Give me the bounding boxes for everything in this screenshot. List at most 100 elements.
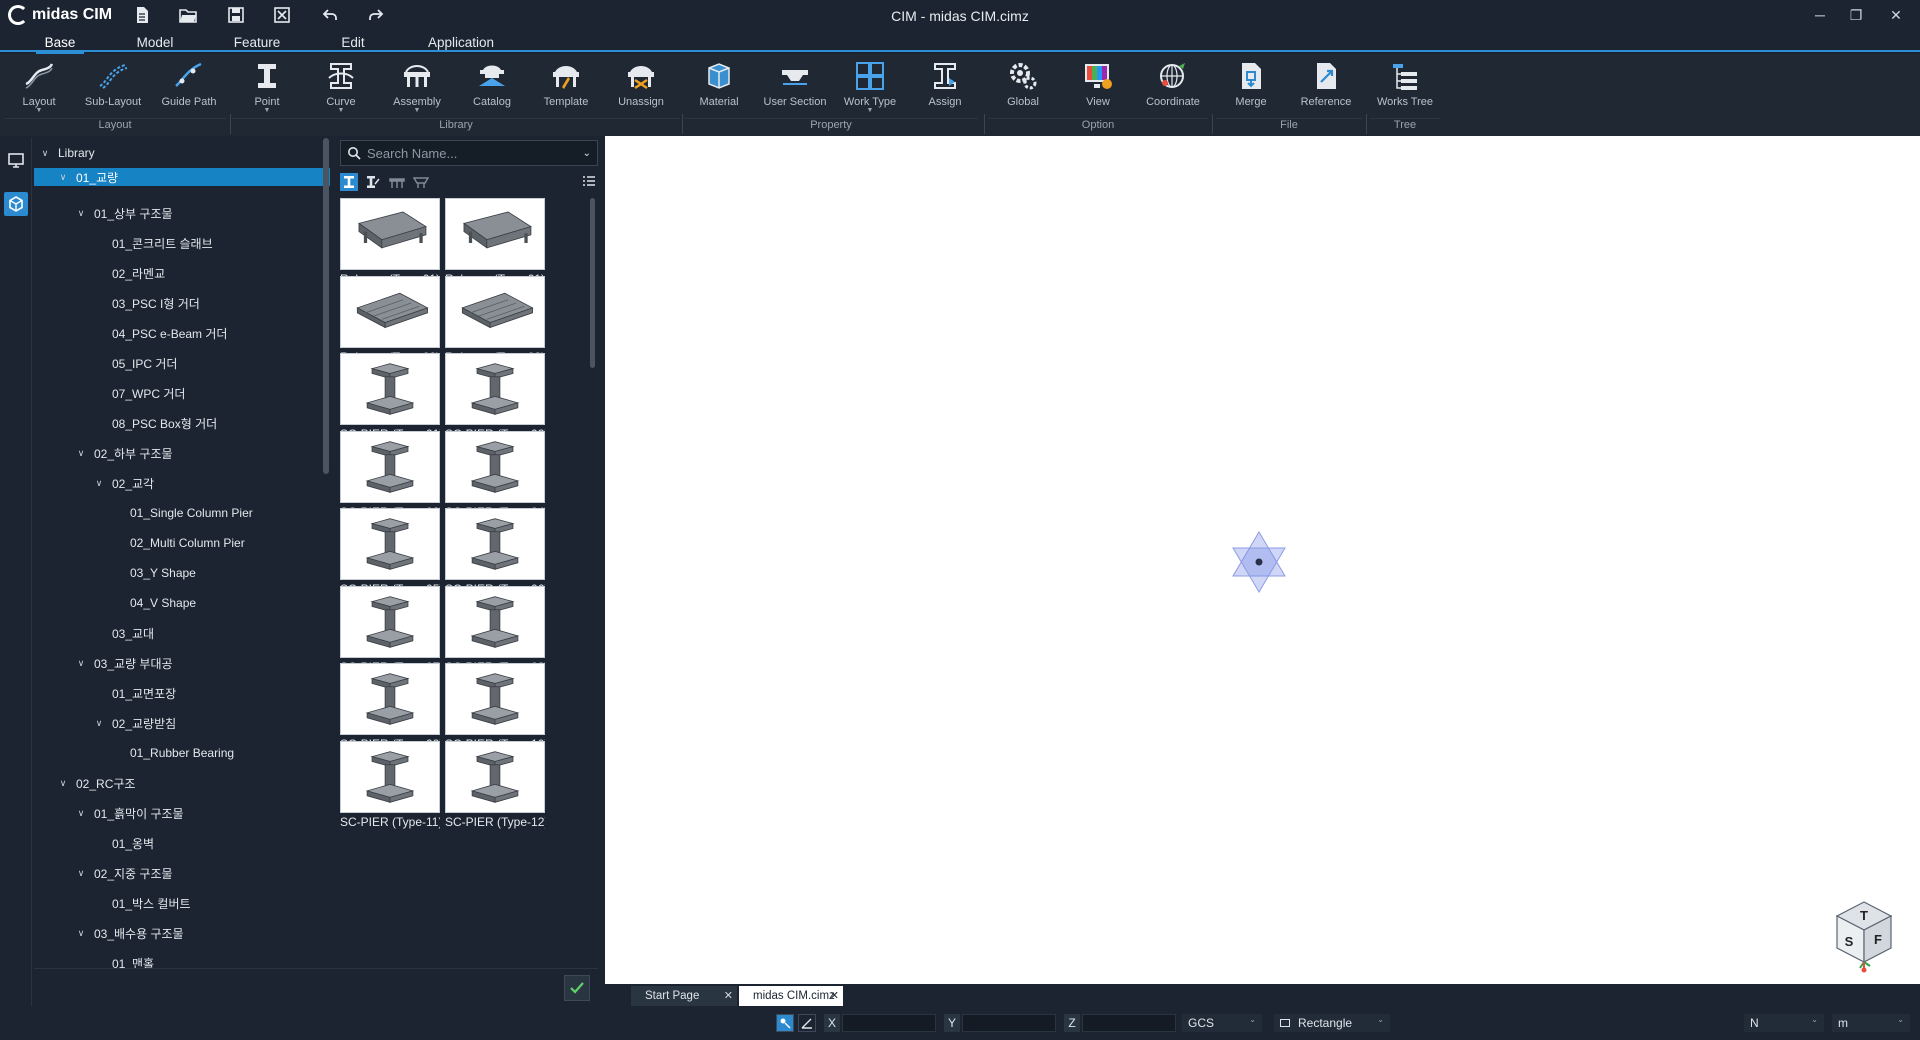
snap-angle-icon[interactable] xyxy=(798,1014,816,1032)
search-input[interactable] xyxy=(367,145,577,161)
tree-item-02-rc구조[interactable]: ∨ 02_RC구조 xyxy=(34,768,330,798)
bridge-filter-icon[interactable] xyxy=(388,173,406,191)
tree-item-01-rubber-bearing[interactable]: 01_Rubber Bearing xyxy=(34,738,330,768)
model-viewport[interactable]: T S F xyxy=(605,136,1920,984)
material-button[interactable]: Material xyxy=(684,58,754,122)
tab-midas-cim[interactable]: midas CIM.cimz ✕ xyxy=(739,986,843,1006)
expand-chevron-icon[interactable]: ∨ xyxy=(38,148,52,159)
close-file-icon[interactable] xyxy=(270,3,294,27)
tree-item-07-wpc-거더[interactable]: 07_WPC 거더 xyxy=(34,378,330,408)
merge-button[interactable]: Merge xyxy=(1216,58,1286,122)
tree-item-01-single-column-pier[interactable]: 01_Single Column Pier xyxy=(34,498,330,528)
tab-feature[interactable]: Feature xyxy=(222,32,292,52)
tree-item-library[interactable]: ∨ Library xyxy=(34,138,330,168)
expand-chevron-icon[interactable]: ∨ xyxy=(92,478,106,489)
save-icon[interactable] xyxy=(224,3,248,27)
thumbnail-scrollbar[interactable] xyxy=(590,198,595,368)
tree-item-01-상부-구조물[interactable]: ∨ 01_상부 구조물 xyxy=(34,198,330,228)
template-button[interactable]: Template xyxy=(531,58,601,122)
y-coordinate-input[interactable] xyxy=(962,1014,1056,1032)
redo-icon[interactable] xyxy=(364,3,388,27)
expand-chevron-icon[interactable]: ∨ xyxy=(74,448,88,459)
list-view-icon[interactable] xyxy=(580,173,598,191)
monitor-icon[interactable] xyxy=(4,148,28,172)
close-icon[interactable]: ✕ xyxy=(724,989,733,1002)
guide-path-button[interactable]: Guide Path xyxy=(154,58,224,122)
expand-chevron-icon[interactable]: ∨ xyxy=(92,718,106,729)
catalog-button[interactable]: Catalog xyxy=(457,58,527,122)
tree-scrollbar[interactable] xyxy=(323,138,329,474)
tree-item-02-라멘교[interactable]: 02_라멘교 xyxy=(34,258,330,288)
work-type-button[interactable]: Work Type ▼ xyxy=(835,58,905,122)
global-button[interactable]: Global xyxy=(988,58,1058,122)
selection-mode-select[interactable]: Rectangle ⌄ xyxy=(1274,1014,1390,1032)
view-cube[interactable]: T S F xyxy=(1833,900,1895,976)
tree-item-08-psc-box형-거더[interactable]: 08_PSC Box형 거더 xyxy=(34,408,330,438)
close-window-button[interactable]: ✕ xyxy=(1878,2,1914,28)
snap-point-icon[interactable] xyxy=(776,1014,794,1032)
tree-item-02-multi-column-pier[interactable]: 02_Multi Column Pier xyxy=(34,528,330,558)
expand-chevron-icon[interactable]: ∨ xyxy=(74,808,88,819)
chevron-down-icon[interactable]: ⌄ xyxy=(583,148,591,159)
expand-chevron-icon[interactable]: ∨ xyxy=(56,778,70,789)
z-coordinate-input[interactable] xyxy=(1082,1014,1176,1032)
tree-item-04-psc-e-beam-거더[interactable]: 04_PSC e-Beam 거더 xyxy=(34,318,330,348)
tree-item-01-흙막이-구조물[interactable]: ∨ 01_흙막이 구조물 xyxy=(34,798,330,828)
reference-button[interactable]: Reference xyxy=(1291,58,1361,122)
coordinate-button[interactable]: Coordinate xyxy=(1138,58,1208,122)
expand-chevron-icon[interactable]: ∨ xyxy=(56,172,70,183)
view-button[interactable]: View xyxy=(1063,58,1133,122)
tree-item-01-맨홀[interactable]: 01_맨홀 xyxy=(34,948,330,969)
restore-button[interactable]: ❐ xyxy=(1838,2,1874,28)
tree-item-02-교량받침[interactable]: ∨ 02_교량받침 xyxy=(34,708,330,738)
point-button[interactable]: Point ▼ xyxy=(232,58,302,122)
tab-application[interactable]: Application xyxy=(416,32,506,52)
minimize-button[interactable]: ─ xyxy=(1802,2,1838,28)
tab-model[interactable]: Model xyxy=(120,32,190,52)
user-section-button[interactable]: User Section xyxy=(760,58,830,122)
tree-item-03-교대[interactable]: 03_교대 xyxy=(34,618,330,648)
tree-item-03-y-shape[interactable]: 03_Y Shape xyxy=(34,558,330,588)
tab-edit[interactable]: Edit xyxy=(318,32,388,52)
tree-item-01-옹벽[interactable]: 01_옹벽 xyxy=(34,828,330,858)
layout-button[interactable]: Layout ▼ xyxy=(4,58,74,122)
girder-filter-icon[interactable] xyxy=(340,173,358,191)
expand-chevron-icon[interactable]: ∨ xyxy=(74,868,88,879)
tree-item-03-교량-부대공[interactable]: ∨ 03_교량 부대공 xyxy=(34,648,330,678)
new-file-icon[interactable] xyxy=(130,3,154,27)
tree-item-01-교면포장[interactable]: 01_교면포장 xyxy=(34,678,330,708)
tree-item-01-박스-컬버트[interactable]: 01_박스 컬버트 xyxy=(34,888,330,918)
tree-item-01-교량[interactable]: ∨ 01_교량 xyxy=(34,168,330,186)
viewcube-side-label[interactable]: S xyxy=(1845,934,1854,949)
library-thumbnail[interactable]: SC-PIER (Type-12) xyxy=(445,740,545,833)
expand-chevron-icon[interactable]: ∨ xyxy=(74,658,88,669)
tab-base[interactable]: Base xyxy=(28,32,92,54)
length-unit-select[interactable]: m ⌄ xyxy=(1832,1014,1910,1032)
pier-filter-icon[interactable] xyxy=(364,173,382,191)
tab-start-page[interactable]: Start Page ✕ xyxy=(631,986,737,1006)
assembly-button[interactable]: Assembly ▼ xyxy=(382,58,452,122)
curve-button[interactable]: Curve ▼ xyxy=(306,58,376,122)
library-thumbnail[interactable]: SC-PIER (Type-11) xyxy=(340,740,440,833)
x-coordinate-input[interactable] xyxy=(842,1014,936,1032)
unassign-button[interactable]: Unassign xyxy=(606,58,676,122)
tree-item-02-지중-구조물[interactable]: ∨ 02_지중 구조물 xyxy=(34,858,330,888)
cube-library-icon[interactable] xyxy=(4,192,28,216)
tree-item-04-v-shape[interactable]: 04_V Shape xyxy=(34,588,330,618)
abutment-filter-icon[interactable] xyxy=(412,173,430,191)
works-tree-button[interactable]: Works Tree xyxy=(1370,58,1440,122)
close-icon[interactable]: ✕ xyxy=(830,989,839,1002)
expand-chevron-icon[interactable]: ∨ xyxy=(74,208,88,219)
viewcube-top-label[interactable]: T xyxy=(1860,908,1868,923)
undo-icon[interactable] xyxy=(318,3,342,27)
tree-item-03-배수용-구조물[interactable]: ∨ 03_배수용 구조물 xyxy=(34,918,330,948)
search-box[interactable]: ⌄ xyxy=(340,140,598,166)
tree-item-02-하부-구조물[interactable]: ∨ 02_하부 구조물 xyxy=(34,438,330,468)
apply-check-button[interactable] xyxy=(564,975,590,1001)
expand-chevron-icon[interactable]: ∨ xyxy=(74,928,88,939)
assign-button[interactable]: Assign xyxy=(910,58,980,122)
tree-item-02-교각[interactable]: ∨ 02_교각 xyxy=(34,468,330,498)
sub-layout-button[interactable]: Sub-Layout xyxy=(78,58,148,122)
tree-item-05-ipc-거더[interactable]: 05_IPC 거더 xyxy=(34,348,330,378)
force-unit-select[interactable]: N ⌄ xyxy=(1744,1014,1824,1032)
